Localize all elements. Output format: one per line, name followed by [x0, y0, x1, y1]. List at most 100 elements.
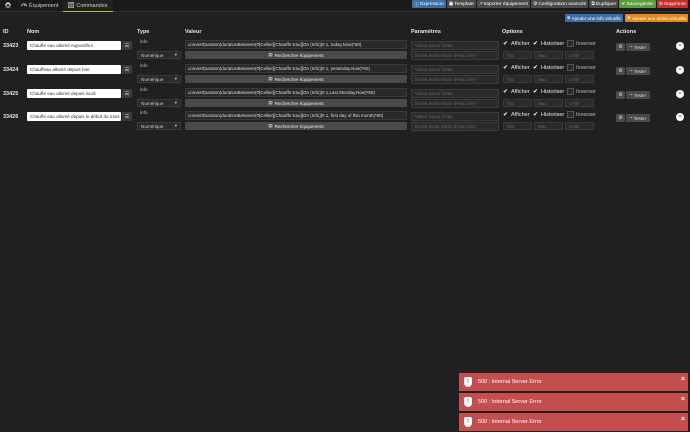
return-state-duration-input[interactable]: Durée avant retour d'état (min) [411, 75, 499, 84]
inverser-checkbox[interactable]: Inverser [567, 111, 596, 118]
test-button[interactable]: ⌁ Tester [626, 91, 650, 99]
checkbox-label: Inverser [576, 40, 596, 47]
unit-input[interactable]: Unité [565, 51, 594, 59]
min-input[interactable]: Min [503, 51, 532, 59]
close-icon[interactable]: × [681, 376, 685, 383]
save-button[interactable]: ✔ Sauvegarder [619, 0, 656, 8]
expression-button[interactable]: ⓘ Expression [412, 0, 446, 8]
remove-command-icon[interactable]: − [676, 66, 684, 74]
command-config-button[interactable]: ☰ [122, 65, 132, 74]
close-icon[interactable]: × [681, 416, 685, 423]
value-input[interactable]: convertDuration(durationBetween(#[Cellie… [185, 40, 407, 49]
test-button[interactable]: ⌁ Tester [626, 114, 650, 122]
search-equipment-button[interactable]: ▤ Rechercher équipement [185, 122, 407, 130]
historiser-checkbox[interactable]: ✔ Historiser [532, 111, 564, 119]
subtype-select[interactable]: Numérique ▾ [137, 75, 181, 83]
toast-message: 500 : Internal Server Error [478, 399, 542, 405]
check-icon: ✔ [532, 89, 539, 95]
error-toast[interactable]: ! 500 : Internal Server Error × [459, 393, 688, 411]
caret-down-icon: ▾ [174, 123, 177, 128]
error-toast[interactable]: ! 500 : Internal Server Error × [459, 413, 688, 431]
tab-equipement[interactable]: Équipement [16, 0, 63, 12]
add-virtual-action-button[interactable]: ⊕ Ajouter une action virtuelle [625, 14, 688, 22]
test-button[interactable]: ⌁ Tester [626, 43, 650, 51]
duplicate-button[interactable]: ⧉ Dupliquer [589, 0, 619, 8]
command-settings-button[interactable]: ⚙ [616, 67, 625, 75]
inverser-checkbox[interactable]: Inverser [567, 88, 596, 95]
subtype-select[interactable]: Numérique ▾ [137, 51, 181, 59]
subtype-select[interactable]: Numérique ▾ [137, 99, 181, 107]
min-input[interactable]: Min [503, 99, 532, 107]
return-state-value-input[interactable]: Valeur retour d'état [411, 65, 499, 74]
button-label: Importer équipement [483, 1, 529, 7]
min-input[interactable]: Min [503, 75, 532, 83]
historiser-checkbox[interactable]: ✔ Historiser [532, 64, 564, 72]
command-name-input[interactable]: Chauffe eau allumé depuis lundi [27, 89, 121, 98]
close-icon[interactable]: × [681, 396, 685, 403]
command-config-button[interactable]: ☰ [122, 112, 132, 121]
search-equipment-button[interactable]: ▤ Rechercher équipement [185, 75, 407, 83]
toast-message: 500 : Internal Server Error [478, 379, 542, 385]
unit-input[interactable]: Unité [565, 122, 594, 130]
return-state-duration-input[interactable]: Durée avant retour d'état (min) [411, 122, 499, 131]
inverser-checkbox[interactable]: Inverser [567, 64, 596, 71]
max-input[interactable]: Max [534, 122, 563, 130]
caret-down-icon: ▾ [174, 76, 177, 81]
add-virtual-info-button[interactable]: ⊕ Ajouter une info virtuelle [564, 14, 623, 22]
remove-command-icon[interactable]: − [676, 113, 684, 121]
search-equipment-button[interactable]: ▤ Rechercher équipement [185, 99, 407, 107]
checkbox-box [567, 40, 574, 47]
remove-command-icon[interactable]: − [676, 90, 684, 98]
command-settings-button[interactable]: ⚙ [616, 91, 625, 99]
import-equipment-button[interactable]: ↗ Importer équipement [476, 0, 531, 8]
command-name-input[interactable]: Chauffeau allumé depuis hier [27, 65, 121, 74]
command-id: 33425 [3, 91, 19, 97]
test-button[interactable]: ⌁ Tester [626, 67, 650, 75]
historiser-checkbox[interactable]: ✔ Historiser [532, 88, 564, 96]
error-toast[interactable]: ! 500 : Internal Server Error × [459, 373, 688, 391]
unit-input[interactable]: Unité [565, 75, 594, 83]
value-input[interactable]: convertDuration(durationBetween(#[Cellie… [185, 88, 407, 97]
afficher-checkbox[interactable]: ✔ Afficher [502, 40, 530, 48]
command-config-button[interactable]: ☰ [122, 89, 132, 98]
unit-input[interactable]: Unité [565, 99, 594, 107]
historiser-checkbox[interactable]: ✔ Historiser [532, 40, 564, 48]
return-state-value-input[interactable]: Valeur retour d'état [411, 112, 499, 121]
command-name-input[interactable]: Chauffe eau allumé Aujourdhui [27, 41, 121, 50]
max-input[interactable]: Max [534, 99, 563, 107]
afficher-checkbox[interactable]: ✔ Afficher [502, 64, 530, 72]
tab-commandes[interactable]: Commandes [63, 0, 113, 12]
tab-home[interactable] [0, 0, 16, 12]
button-label: Tester [633, 44, 647, 50]
search-equipment-button[interactable]: ▤ Rechercher équipement [185, 51, 407, 59]
button-label: Tester [633, 92, 647, 98]
rss-icon: ⌁ [629, 115, 633, 120]
command-config-button[interactable]: ☰ [122, 41, 132, 50]
afficher-checkbox[interactable]: ✔ Afficher [502, 88, 530, 96]
template-button[interactable]: ▣ Template [446, 0, 476, 8]
min-input[interactable]: Min [503, 122, 532, 130]
command-type-label: info [140, 63, 148, 68]
inverser-checkbox[interactable]: Inverser [567, 40, 596, 47]
return-state-value-input[interactable]: Valeur retour d'état [411, 89, 499, 98]
table-row: 33426 Chauffe eau allumé depuis le début … [0, 109, 690, 132]
command-settings-button[interactable]: ⚙ [616, 114, 625, 122]
subtype-select[interactable]: Numérique ▾ [137, 122, 181, 130]
delete-button[interactable]: ⊖ Supprimer [656, 0, 688, 8]
subtype-value: Numérique [141, 100, 164, 106]
checkbox-label: Inverser [576, 111, 596, 118]
return-state-value-input[interactable]: Valeur retour d'état [411, 41, 499, 50]
return-state-duration-input[interactable]: Durée avant retour d'état (min) [411, 51, 499, 60]
value-input[interactable]: convertDuration(durationBetween(#[Cellie… [185, 64, 407, 73]
max-input[interactable]: Max [534, 51, 563, 59]
return-state-duration-input[interactable]: Durée avant retour d'état (min) [411, 99, 499, 108]
afficher-checkbox[interactable]: ✔ Afficher [502, 111, 530, 119]
remove-command-icon[interactable]: − [676, 42, 684, 50]
value-input[interactable]: convertDuration(durationBetween(#[Cellie… [185, 111, 407, 120]
top-actions: ⓘ Expression ▣ Template ↗ Importer équipeme… [412, 0, 688, 8]
command-settings-button[interactable]: ⚙ [616, 43, 625, 51]
command-name-input[interactable]: Chauffe eau allumé depuis le début du mo… [27, 112, 121, 121]
advanced-config-button[interactable]: ⚙ Configuration avancée [531, 0, 589, 8]
max-input[interactable]: Max [534, 75, 563, 83]
rss-icon: ⌁ [629, 68, 633, 73]
